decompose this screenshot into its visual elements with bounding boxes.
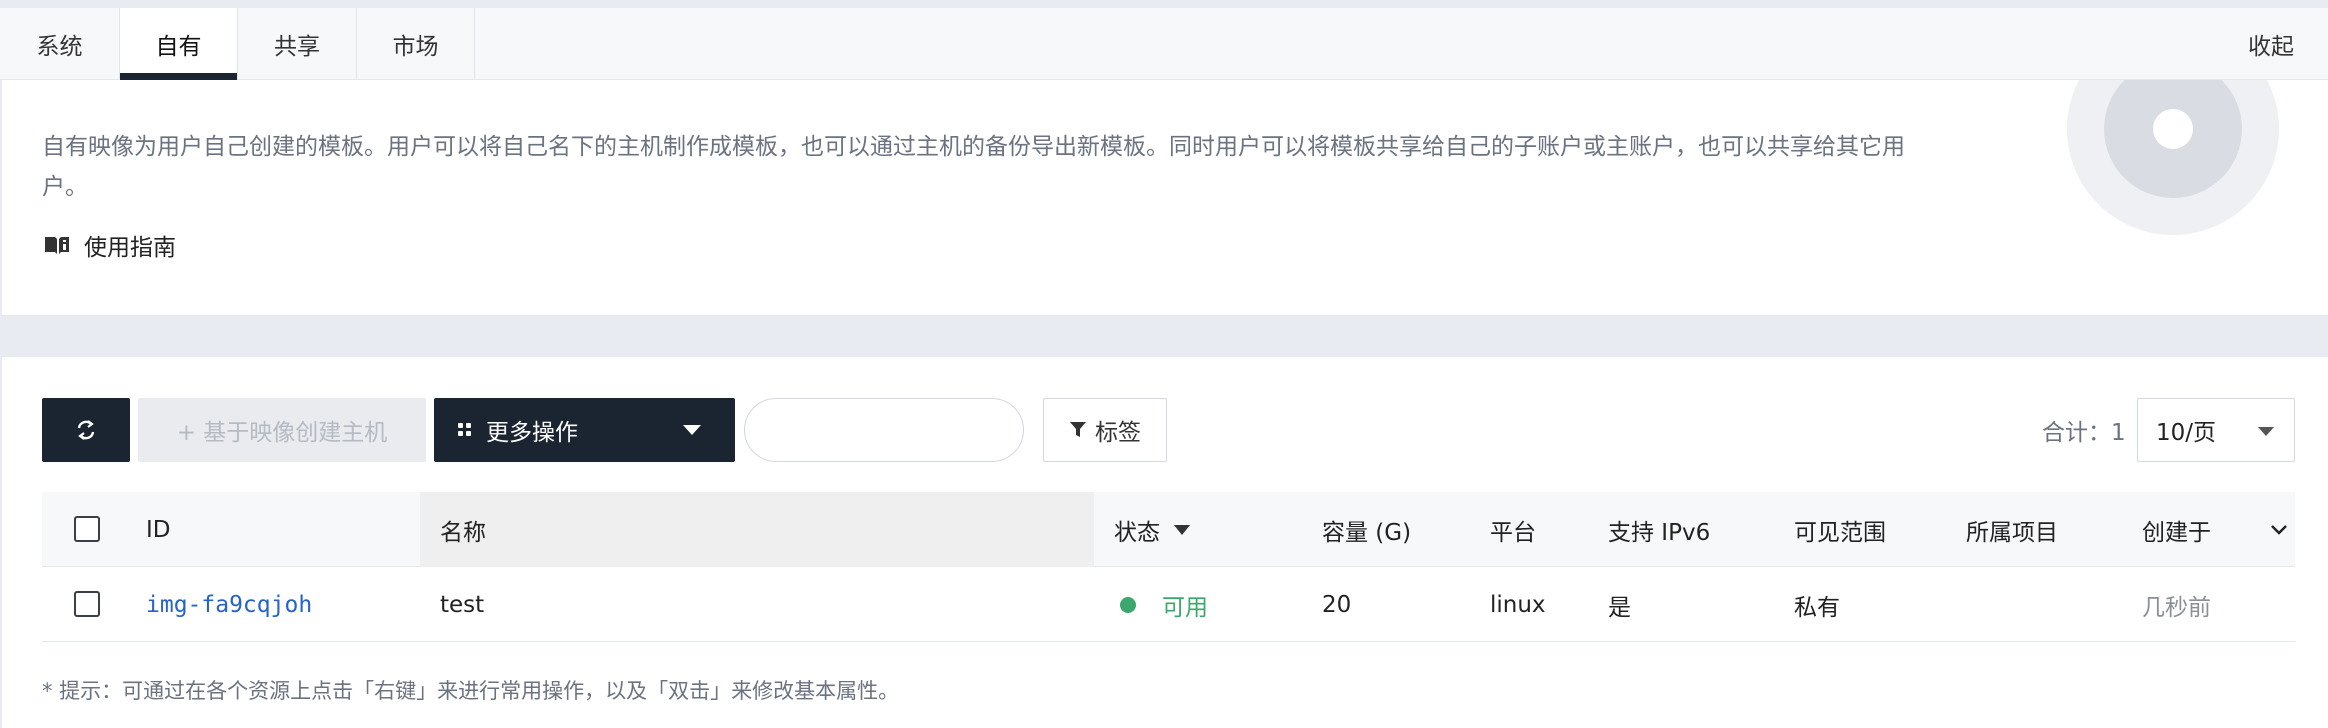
tab-label: 共享 [274,34,320,60]
column-header-ipv6[interactable]: 支持 IPv6 [1608,492,1710,567]
chevron-down-icon [683,425,701,435]
status-text: 可用 [1162,594,1208,621]
table-header: ID 名称 状态 容量 (G) 平台 支持 IPv6 可见范围 所属项目 创建于 [42,492,2295,567]
tab-market[interactable]: 市场 [357,8,475,80]
status-dot-icon [1120,596,1136,613]
tab-label: 系统 [36,34,83,60]
column-header-id[interactable]: ID [146,492,171,567]
tab-shared[interactable]: 共享 [238,8,357,80]
ipv6-cell: 是 [1608,594,1631,621]
column-header-visibility[interactable]: 可见范围 [1794,492,1886,567]
tab-bar: 系统 自有 共享 市场 [0,8,2328,81]
column-header-status[interactable]: 状态 [1114,492,1190,567]
book-icon [45,237,69,254]
chevron-down-icon [2258,427,2274,436]
table-row[interactable]: img-fa9cqjoh test 可用 20 linux 是 私有 几秒前 [42,567,2295,642]
chevron-down-icon [2271,524,2287,535]
create-instance-button[interactable]: + 基于映像创建主机 [138,398,426,462]
select-all-checkbox[interactable] [74,516,100,542]
column-header-platform[interactable]: 平台 [1490,492,1536,567]
visibility-cell: 私有 [1794,594,1840,621]
hint-text: * 提示：可通过在各个资源上点击「右键」来进行常用操作，以及「双击」来修改基本属… [42,679,900,703]
image-name: test [440,591,485,618]
column-header-created[interactable]: 创建于 [2142,492,2211,567]
status-cell: 可用 [1120,567,1208,642]
image-list-panel: + 基于映像创建主机 更多操作 标签 合计：1 10/页 ID 名称 状态 容量… [2,357,2328,728]
more-actions-label: 更多操作 [486,420,578,446]
page-size-select[interactable]: 10/页 [2137,398,2295,462]
tab-label: 自有 [155,34,202,60]
tab-own[interactable]: 自有 [120,8,238,81]
column-settings-button[interactable] [2264,492,2294,567]
usage-guide-link[interactable]: 使用指南 [44,228,176,262]
status-header-label: 状态 [1114,519,1160,546]
refresh-icon [77,420,95,440]
search-input[interactable] [744,398,1024,462]
tab-system[interactable]: 系统 [0,8,120,80]
usage-guide-label: 使用指南 [84,235,176,261]
sort-down-icon[interactable] [1174,524,1190,535]
tab-label: 市场 [392,34,439,60]
image-decoration-icon [2067,80,2279,235]
tag-label: 标签 [1095,420,1141,446]
capacity-cell: 20 [1322,591,1352,618]
description-card: 自有映像为用户自己创建的模板。用户可以将自己名下的主机制作成模板，也可以通过主机… [2,80,2328,316]
grid-icon [458,423,471,436]
page-size-value: 10/页 [2156,420,2217,446]
more-actions-dropdown[interactable]: 更多操作 [434,398,735,462]
row-checkbox[interactable] [74,591,100,617]
refresh-button[interactable] [42,398,130,462]
column-header-name[interactable]: 名称 [440,492,486,567]
collapse-link[interactable]: 收起 [2248,8,2294,80]
image-id-link[interactable]: img-fa9cqjoh [146,567,312,642]
tag-filter-button[interactable]: 标签 [1043,398,1167,462]
column-header-capacity[interactable]: 容量 (G) [1322,492,1411,567]
description-text: 自有映像为用户自己创建的模板。用户可以将自己名下的主机制作成模板，也可以通过主机… [42,134,1905,200]
column-header-project[interactable]: 所属项目 [1966,492,2058,567]
total-count: 合计：1 [2042,420,2126,446]
created-cell: 几秒前 [2142,594,2211,621]
platform-cell: linux [1490,591,1546,618]
filter-icon [1070,422,1086,437]
